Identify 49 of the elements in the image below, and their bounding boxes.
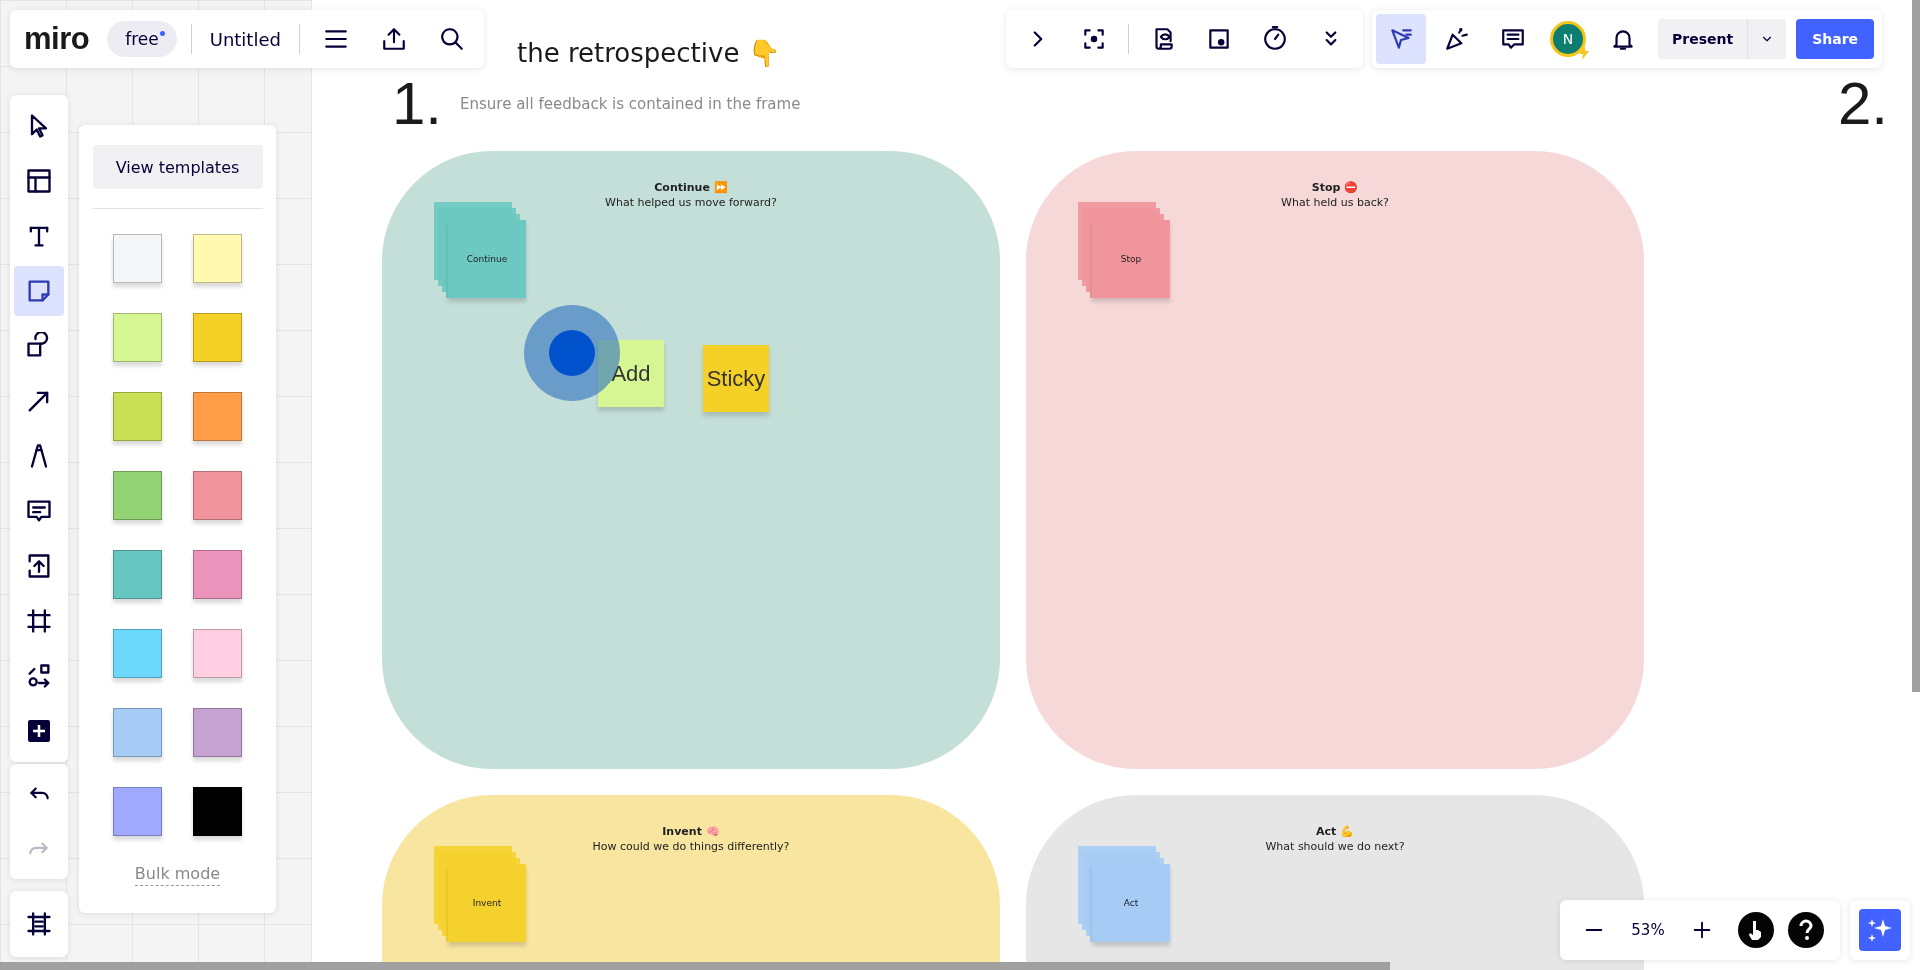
- board-subheading: Ensure all feedback is contained in the frame: [460, 95, 801, 113]
- sticky-color-swatch[interactable]: [113, 629, 162, 678]
- frame-title: Stop ⛔: [1310, 181, 1360, 194]
- sparkle-icon[interactable]: [1859, 909, 1901, 951]
- sticky-color-swatch[interactable]: [193, 471, 242, 520]
- frame-title: Invent 🧠: [661, 825, 721, 838]
- sticky-icon[interactable]: [14, 266, 64, 316]
- sticky-color-swatch[interactable]: [113, 787, 162, 836]
- sticky-color-swatch[interactable]: [193, 313, 242, 362]
- plan-badge[interactable]: free: [107, 21, 177, 57]
- share-button[interactable]: Share: [1796, 19, 1875, 59]
- frame-subtitle: How could we do things differently?: [591, 840, 791, 853]
- vertical-scrollbar[interactable]: [1912, 0, 1920, 692]
- sticky-color-swatch[interactable]: [193, 550, 242, 599]
- sticky-color-swatch[interactable]: [193, 629, 242, 678]
- sticky-color-swatch[interactable]: [113, 392, 162, 441]
- bulk-mode-link[interactable]: Bulk mode: [134, 864, 221, 886]
- help-icon[interactable]: [1788, 912, 1824, 948]
- sticky-color-swatch[interactable]: [193, 234, 242, 283]
- frame-title: Act 💪: [1314, 825, 1356, 838]
- sticky-note[interactable]: Sticky: [703, 345, 769, 412]
- view-templates-button[interactable]: View templates: [92, 145, 263, 189]
- sticky-note[interactable]: Add: [598, 340, 664, 407]
- logo[interactable]: miro: [24, 21, 90, 57]
- frame-subtitle: What should we do next?: [1264, 840, 1406, 853]
- user-avatar[interactable]: N: [1550, 21, 1586, 57]
- zoom-level[interactable]: 53%: [1628, 921, 1668, 939]
- sticky-label: Invent: [472, 898, 502, 908]
- pointer-icon[interactable]: [1376, 14, 1426, 64]
- sticky-color-swatch[interactable]: [193, 392, 242, 441]
- sticky-label: Act: [1123, 898, 1139, 908]
- frame-subtitle: What held us back?: [1280, 196, 1390, 209]
- sticky-label: Stop: [1120, 254, 1142, 264]
- sticky-label: Continue: [466, 254, 508, 264]
- step-number: 2.: [1838, 74, 1889, 134]
- sticky-color-swatch[interactable]: [193, 708, 242, 757]
- board-title[interactable]: Untitled: [205, 28, 285, 50]
- step-number: 1.: [392, 74, 443, 134]
- horizontal-scrollbar[interactable]: [0, 962, 1390, 970]
- frame-title: Continue ⏩: [653, 181, 729, 194]
- sticky-color-swatch[interactable]: [113, 471, 162, 520]
- sticky-color-swatch[interactable]: [113, 550, 162, 599]
- board-heading: the retrospective 👇: [517, 38, 780, 68]
- frame-subtitle: What helped us move forward?: [604, 196, 778, 209]
- sticky-color-swatch[interactable]: [193, 787, 242, 836]
- sticky-color-swatch[interactable]: [113, 708, 162, 757]
- sticky-color-swatch[interactable]: [113, 313, 162, 362]
- sticky-color-swatch[interactable]: [113, 234, 162, 283]
- hand-pointer-icon[interactable]: [1738, 912, 1774, 948]
